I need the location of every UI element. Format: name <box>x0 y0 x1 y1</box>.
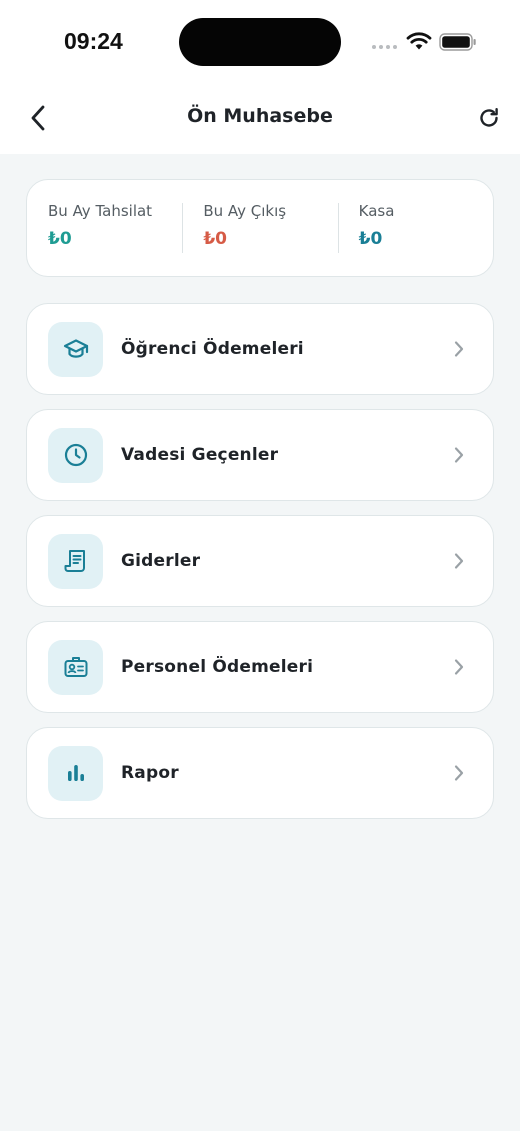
navigation-bar: Ön Muhasebe <box>0 84 520 154</box>
menu-item-expenses[interactable]: Giderler <box>26 515 494 607</box>
summary-value: ₺0 <box>358 229 383 249</box>
menu-item-label: Vadesi Geçenler <box>121 445 279 465</box>
summary-expense: Bu Ay Çıkış ₺0 <box>182 201 337 255</box>
summary-value: ₺0 <box>48 229 72 249</box>
refresh-icon <box>480 108 498 127</box>
refresh-button[interactable] <box>474 103 504 133</box>
bar-chart-icon <box>48 745 103 801</box>
menu-item-label: Giderler <box>121 551 201 571</box>
summary-cash: Kasa ₺0 <box>337 201 493 255</box>
summary-income: Bu Ay Tahsilat ₺0 <box>27 201 182 255</box>
summary-label: Bu Ay Çıkış <box>203 202 287 220</box>
menu-item-overdue[interactable]: Vadesi Geçenler <box>26 409 494 501</box>
menu-item-label: Rapor <box>121 763 179 783</box>
graduation-cap-icon <box>48 321 103 377</box>
menu-item-label: Öğrenci Ödemeleri <box>121 339 304 359</box>
menu-item-student-payments[interactable]: Öğrenci Ödemeleri <box>26 303 494 395</box>
chevron-right-icon <box>454 765 464 781</box>
summary-card: Bu Ay Tahsilat ₺0 Bu Ay Çıkış ₺0 Kasa ₺0 <box>26 179 494 277</box>
clock-icon <box>48 427 103 483</box>
status-bar: 09:24 <box>0 0 520 84</box>
menu-item-label: Personel Ödemeleri <box>121 657 314 677</box>
cellular-signal-icon <box>372 45 397 49</box>
status-time: 09:24 <box>64 28 123 54</box>
menu-item-report[interactable]: Rapor <box>26 727 494 819</box>
menu-item-staff-payments[interactable]: Personel Ödemeleri <box>26 621 494 713</box>
id-badge-icon <box>48 639 103 695</box>
summary-label: Bu Ay Tahsilat <box>48 202 153 220</box>
chevron-right-icon <box>454 659 464 675</box>
receipt-icon <box>48 533 103 589</box>
summary-label: Kasa <box>358 202 395 220</box>
page-title: Ön Muhasebe <box>187 105 333 127</box>
chevron-right-icon <box>454 553 464 569</box>
dynamic-island <box>179 18 341 66</box>
chevron-right-icon <box>454 341 464 357</box>
summary-value: ₺0 <box>203 229 227 249</box>
wifi-icon <box>406 32 432 50</box>
battery-icon <box>439 33 476 51</box>
chevron-right-icon <box>454 447 464 463</box>
